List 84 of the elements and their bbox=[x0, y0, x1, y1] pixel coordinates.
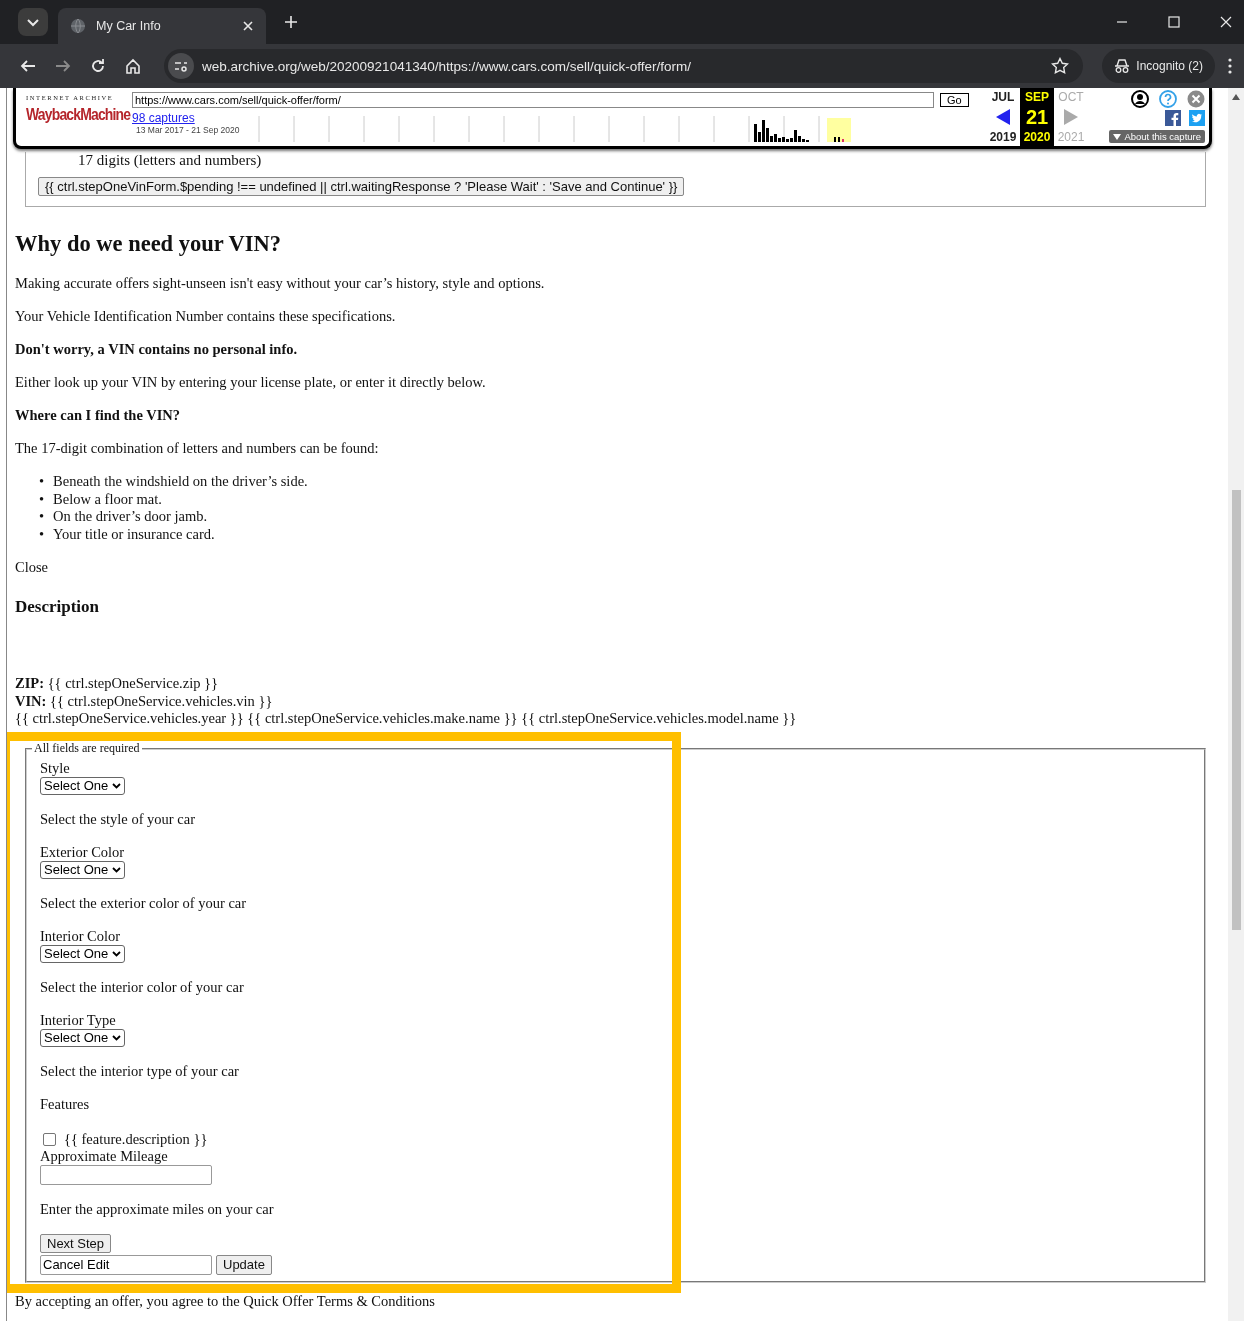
maximize-icon[interactable] bbox=[1168, 16, 1180, 28]
list-item: Your title or insurance card. bbox=[53, 525, 215, 543]
field-label: Style bbox=[40, 759, 71, 777]
scroll-up-arrow-icon bbox=[1232, 94, 1240, 100]
heading: Description bbox=[15, 597, 101, 617]
address-bar[interactable]: web.archive.org/web/20200921041340/https://www.cars.com/sell/quick-offer/form/ bbox=[164, 49, 1084, 83]
chevron-down-icon bbox=[112, 950, 122, 957]
terms-text: By accepting an offer, you agree to the Quick Offer Terms & Conditions bbox=[15, 1292, 436, 1309]
bold-text: Don't worry, a VIN contains no personal info. bbox=[15, 341, 299, 358]
field-label: Interior Color bbox=[40, 927, 122, 945]
field-label: Features bbox=[40, 1095, 91, 1113]
bullet: • bbox=[39, 473, 45, 491]
help-text: Enter the approximate miles on your car bbox=[40, 1200, 275, 1218]
paragraph: Making accurate offers sight-unseen isn't easy without your car’s history, style and options. bbox=[15, 275, 546, 292]
select-dropdown[interactable]: Select One bbox=[40, 1028, 126, 1047]
summary-line: {{ ctrl.stepOneService.vehicles.year }} {{ ctrl.stepOneService.vehicles.make.name }} {{ ctrl.stepOneService.vehicles.model.name }} bbox=[15, 710, 798, 728]
list-item: On the driver’s door jamb. bbox=[53, 508, 208, 526]
date-range: 13 Mar 2017 - 21 Sep 2020 bbox=[136, 125, 241, 135]
checkbox-label: {{ feature.description }} bbox=[64, 1130, 208, 1148]
close-icon[interactable] bbox=[1220, 16, 1232, 28]
wayback-logo: WaybackMachine bbox=[26, 105, 131, 125]
paragraph: Your Vehicle Identification Number contains these specifications. bbox=[15, 308, 397, 325]
browser-tab[interactable]: My Car Info bbox=[58, 8, 266, 44]
list-item: Beneath the windshield on the driver’s side. bbox=[53, 473, 308, 491]
twitter-icon[interactable] bbox=[1189, 110, 1205, 126]
help-icon[interactable] bbox=[1159, 90, 1177, 108]
bold-text: Where can I find the VIN? bbox=[15, 407, 181, 424]
select-dropdown[interactable]: Select One bbox=[40, 944, 126, 963]
forward-arrow-icon[interactable] bbox=[55, 58, 71, 74]
select-dropdown[interactable]: Select One bbox=[40, 776, 126, 795]
tab-list-icon[interactable] bbox=[18, 8, 48, 36]
site-info-icon[interactable] bbox=[168, 53, 194, 79]
incognito-icon bbox=[1114, 59, 1131, 73]
home-icon[interactable] bbox=[125, 58, 141, 74]
incognito-button[interactable]: Incognito (2) bbox=[1102, 49, 1215, 83]
user-icon[interactable] bbox=[1131, 90, 1149, 108]
close-icon[interactable] bbox=[242, 20, 254, 32]
go-button[interactable]: Go bbox=[940, 93, 969, 107]
caret-icon bbox=[1113, 133, 1122, 140]
previous-arrow-icon[interactable] bbox=[996, 109, 1010, 125]
chevron-down-icon bbox=[112, 866, 122, 873]
list-item: Below a floor mat. bbox=[53, 490, 162, 508]
calendar-month[interactable]: JUL 2019 bbox=[986, 88, 1020, 146]
about-capture-button[interactable]: About this capture bbox=[1109, 130, 1205, 143]
help-text: Select the interior color of your car bbox=[40, 978, 245, 996]
checkbox[interactable] bbox=[43, 1132, 56, 1146]
summary-line: ZIP: {{ ctrl.stepOneService.zip }} bbox=[15, 675, 219, 693]
facebook-icon[interactable] bbox=[1165, 110, 1181, 126]
summary-line: VIN: {{ ctrl.stepOneService.vehicles.vin }} bbox=[15, 692, 274, 710]
new-tab-icon[interactable] bbox=[284, 15, 298, 29]
save-button[interactable]: {{ ctrl.stepOneVinForm.$pending !== undefined || ctrl.waitingResponse ? 'Please Wait' : 'Save and Continue' }} bbox=[38, 177, 685, 196]
hint-text: 17 digits (letters and numbers) bbox=[77, 152, 263, 170]
globe-icon bbox=[70, 18, 86, 34]
url-input-field[interactable]: https://www.cars.com/sell/quick-offer/form/ bbox=[132, 92, 934, 108]
tab-title: My Car Info bbox=[96, 19, 162, 33]
back-arrow-icon[interactable] bbox=[20, 58, 36, 74]
star-icon[interactable] bbox=[1051, 57, 1070, 75]
chevron-down-icon bbox=[112, 1034, 122, 1041]
url-text: web.archive.org/web/20200921041340/https://www.cars.com/sell/quick-offer/form/ bbox=[202, 58, 691, 74]
scrollbar-thumb[interactable] bbox=[1231, 490, 1241, 930]
paragraph: Either look up your VIN by entering your license plate, or enter it directly below. bbox=[15, 374, 487, 391]
chevron-down-icon bbox=[112, 782, 122, 789]
field-label: Approximate Mileage bbox=[40, 1147, 169, 1165]
heading: Why do we need your VIN? bbox=[15, 231, 283, 257]
field-label: Interior Type bbox=[40, 1011, 117, 1029]
calendar-month: SEP 21 2020 bbox=[1020, 88, 1054, 146]
bullet: • bbox=[39, 525, 45, 543]
help-text: Select the style of your car bbox=[40, 810, 196, 828]
bullet: • bbox=[39, 508, 45, 526]
paragraph: The 17-digit combination of letters and numbers can be found: bbox=[15, 440, 380, 457]
reload-icon[interactable] bbox=[90, 58, 106, 74]
bullet: • bbox=[39, 490, 45, 508]
help-text: Select the exterior color of your car bbox=[40, 894, 248, 912]
captures-link[interactable]: 98 captures bbox=[132, 111, 250, 125]
paragraph: Close bbox=[15, 559, 50, 576]
scrollbar[interactable] bbox=[1228, 88, 1244, 1321]
field-label: Exterior Color bbox=[40, 843, 126, 861]
select-dropdown[interactable]: Select One bbox=[40, 860, 126, 879]
mileage-input-field[interactable] bbox=[40, 1164, 212, 1185]
more-menu-icon[interactable] bbox=[1228, 58, 1232, 74]
update-button[interactable]: Update bbox=[216, 1254, 272, 1275]
next-step-button[interactable]: Next Step bbox=[40, 1233, 112, 1253]
text-input-field[interactable]: Cancel Edit bbox=[40, 1254, 212, 1275]
help-text: Select the interior type of your car bbox=[40, 1062, 240, 1080]
